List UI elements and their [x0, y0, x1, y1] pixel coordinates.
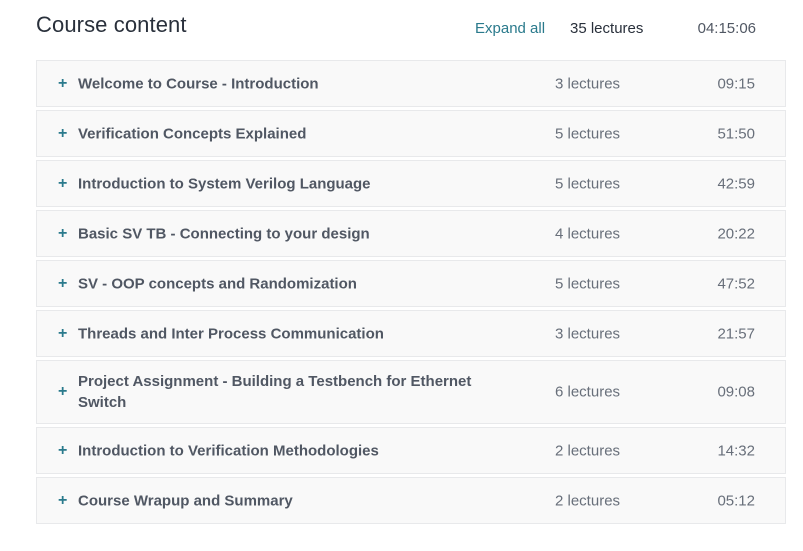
- plus-icon: +: [58, 274, 68, 292]
- section-title: Basic SV TB - Connecting to your design: [78, 225, 370, 242]
- section-duration: 14:32: [717, 442, 755, 459]
- plus-icon: +: [58, 174, 68, 192]
- section-title: Introduction to System Verilog Language: [78, 175, 371, 192]
- section-duration: 47:52: [717, 275, 755, 292]
- course-content-header: Course content Expand all 35 lectures 04…: [36, 8, 786, 48]
- section-title: Project Assignment - Building a Testbenc…: [78, 373, 472, 411]
- section-lecture-count: 4 lectures: [555, 225, 621, 242]
- plus-icon: +: [58, 124, 68, 142]
- section-duration: 21:57: [717, 325, 755, 342]
- section-lecture-count: 3 lectures: [555, 325, 621, 342]
- section-lecture-count: 5 lectures: [555, 175, 621, 192]
- section-row[interactable]: + Threads and Inter Process Communicatio…: [36, 310, 786, 357]
- plus-icon: +: [58, 324, 68, 342]
- section-row[interactable]: + Basic SV TB - Connecting to your desig…: [36, 210, 786, 257]
- section-row[interactable]: + Introduction to Verification Methodolo…: [36, 427, 786, 474]
- plus-icon: +: [58, 224, 68, 242]
- section-lecture-count: 6 lectures: [555, 383, 621, 401]
- section-duration: 09:15: [717, 75, 755, 92]
- section-row[interactable]: + Project Assignment - Building a Testbe…: [36, 360, 786, 424]
- section-title: Threads and Inter Process Communication: [78, 325, 384, 342]
- section-duration: 51:50: [717, 125, 755, 142]
- section-row[interactable]: + Introduction to System Verilog Languag…: [36, 160, 786, 207]
- section-lecture-count: 3 lectures: [555, 75, 621, 92]
- section-lecture-count: 5 lectures: [555, 125, 621, 142]
- section-duration: 20:22: [717, 225, 755, 242]
- total-lectures-count: 35 lectures: [570, 20, 644, 37]
- section-duration: 05:12: [717, 492, 755, 509]
- section-duration: 09:08: [717, 383, 755, 401]
- expand-all-link[interactable]: Expand all: [475, 20, 545, 37]
- section-title: Introduction to Verification Methodologi…: [78, 442, 379, 459]
- section-row[interactable]: + Welcome to Course - Introduction 3 lec…: [36, 60, 786, 107]
- section-lecture-count: 5 lectures: [555, 275, 621, 292]
- section-lecture-count: 2 lectures: [555, 442, 621, 459]
- section-list: + Welcome to Course - Introduction 3 lec…: [36, 60, 786, 527]
- section-title: Welcome to Course - Introduction: [78, 75, 319, 92]
- section-lecture-count: 2 lectures: [555, 492, 621, 509]
- section-title: SV - OOP concepts and Randomization: [78, 275, 357, 292]
- plus-icon: +: [58, 441, 68, 459]
- section-row[interactable]: + Course Wrapup and Summary 2 lectures 0…: [36, 477, 786, 524]
- page-title: Course content: [36, 12, 187, 37]
- total-duration: 04:15:06: [697, 20, 756, 37]
- section-title: Verification Concepts Explained: [78, 125, 307, 142]
- section-row[interactable]: + SV - OOP concepts and Randomization 5 …: [36, 260, 786, 307]
- section-title: Course Wrapup and Summary: [78, 492, 293, 509]
- plus-icon: +: [58, 74, 68, 92]
- section-duration: 42:59: [717, 175, 755, 192]
- plus-icon: +: [58, 383, 68, 400]
- plus-icon: +: [58, 491, 68, 509]
- section-row[interactable]: + Verification Concepts Explained 5 lect…: [36, 110, 786, 157]
